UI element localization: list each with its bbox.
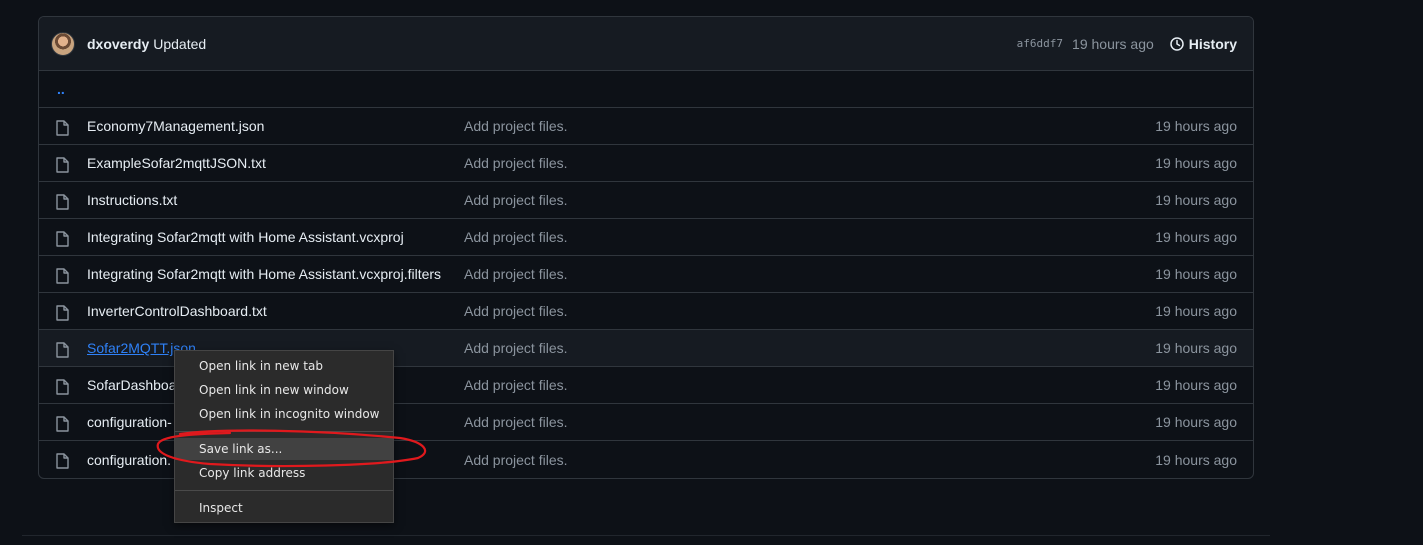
file-commit-message[interactable]: Add project files.	[464, 118, 568, 134]
file-row[interactable]: Integrating Sofar2mqtt with Home Assista…	[39, 219, 1253, 256]
file-row[interactable]: Integrating Sofar2mqtt with Home Assista…	[39, 256, 1253, 293]
file-commit-message[interactable]: Add project files.	[464, 155, 568, 171]
file-name-link[interactable]: Integrating Sofar2mqtt with Home Assista…	[87, 266, 441, 282]
divider	[22, 535, 1270, 536]
menu-separator	[175, 490, 393, 491]
file-name-link[interactable]: configuration.	[87, 452, 171, 468]
history-icon	[1170, 36, 1184, 51]
file-commit-time: 19 hours ago	[1155, 266, 1237, 282]
file-icon	[56, 231, 69, 247]
file-row[interactable]: Instructions.txt Add project files. 19 hou…	[39, 182, 1253, 219]
file-commit-time: 19 hours ago	[1155, 414, 1237, 430]
menu-open-new-window[interactable]: Open link in new window	[175, 379, 393, 401]
file-name-link[interactable]: Integrating Sofar2mqtt with Home Assista…	[87, 229, 404, 245]
commit-author[interactable]: dxoverdy	[87, 36, 149, 52]
avatar[interactable]	[51, 31, 75, 56]
file-icon	[56, 416, 69, 432]
file-icon	[56, 379, 69, 395]
file-icon	[56, 453, 69, 469]
commit-message[interactable]: Updated	[153, 36, 206, 52]
file-commit-time: 19 hours ago	[1155, 303, 1237, 319]
file-icon	[56, 194, 69, 210]
menu-separator	[175, 431, 393, 432]
commit-sha[interactable]: af6ddf7	[1017, 37, 1063, 50]
file-icon	[56, 157, 69, 173]
file-commit-message[interactable]: Add project files.	[464, 229, 568, 245]
file-row[interactable]: InverterControlDashboard.txt Add project …	[39, 293, 1253, 330]
file-commit-message[interactable]: Add project files.	[464, 340, 568, 356]
file-row[interactable]: ExampleSofar2mqttJSON.txt Add project fil…	[39, 145, 1253, 182]
file-commit-message[interactable]: Add project files.	[464, 377, 568, 393]
file-commit-message[interactable]: Add project files.	[464, 452, 568, 468]
file-icon	[56, 342, 69, 358]
file-name-link[interactable]: SofarDashboa	[87, 377, 177, 393]
file-commit-time: 19 hours ago	[1155, 192, 1237, 208]
file-commit-time: 19 hours ago	[1155, 451, 1237, 468]
history-button[interactable]: History	[1169, 36, 1237, 52]
file-commit-message[interactable]: Add project files.	[464, 266, 568, 282]
file-row[interactable]: Economy7Management.json Add project files…	[39, 108, 1253, 145]
menu-open-incognito[interactable]: Open link in incognito window	[175, 403, 393, 425]
file-name-link[interactable]: configuration-	[87, 414, 172, 430]
menu-save-link-as[interactable]: Save link as...	[175, 438, 393, 460]
file-commit-message[interactable]: Add project files.	[464, 192, 568, 208]
file-name-link[interactable]: Instructions.txt	[87, 192, 177, 208]
file-name-link[interactable]: Economy7Management.json	[87, 118, 264, 134]
file-commit-message[interactable]: Add project files.	[464, 414, 568, 430]
parent-directory-link[interactable]: ..	[39, 71, 1253, 108]
context-menu: Open link in new tab Open link in new wi…	[174, 350, 394, 523]
file-commit-time: 19 hours ago	[1155, 377, 1237, 393]
file-commit-time: 19 hours ago	[1155, 118, 1237, 134]
file-commit-message[interactable]: Add project files.	[464, 303, 568, 319]
file-commit-time: 19 hours ago	[1155, 340, 1237, 356]
menu-inspect[interactable]: Inspect	[175, 497, 393, 519]
menu-copy-link-address[interactable]: Copy link address	[175, 462, 393, 484]
file-name-link[interactable]: InverterControlDashboard.txt	[87, 303, 267, 319]
latest-commit-bar: dxoverdy Updated af6ddf7 19 hours ago Hi…	[39, 17, 1253, 71]
history-label: History	[1188, 35, 1237, 52]
file-commit-time: 19 hours ago	[1155, 229, 1237, 245]
file-icon	[56, 305, 69, 321]
file-icon	[56, 120, 69, 136]
file-name-link[interactable]: ExampleSofar2mqttJSON.txt	[87, 155, 266, 171]
file-commit-time: 19 hours ago	[1155, 155, 1237, 171]
file-icon	[56, 268, 69, 284]
commit-time: 19 hours ago	[1072, 35, 1154, 52]
menu-open-new-tab[interactable]: Open link in new tab	[175, 355, 393, 377]
